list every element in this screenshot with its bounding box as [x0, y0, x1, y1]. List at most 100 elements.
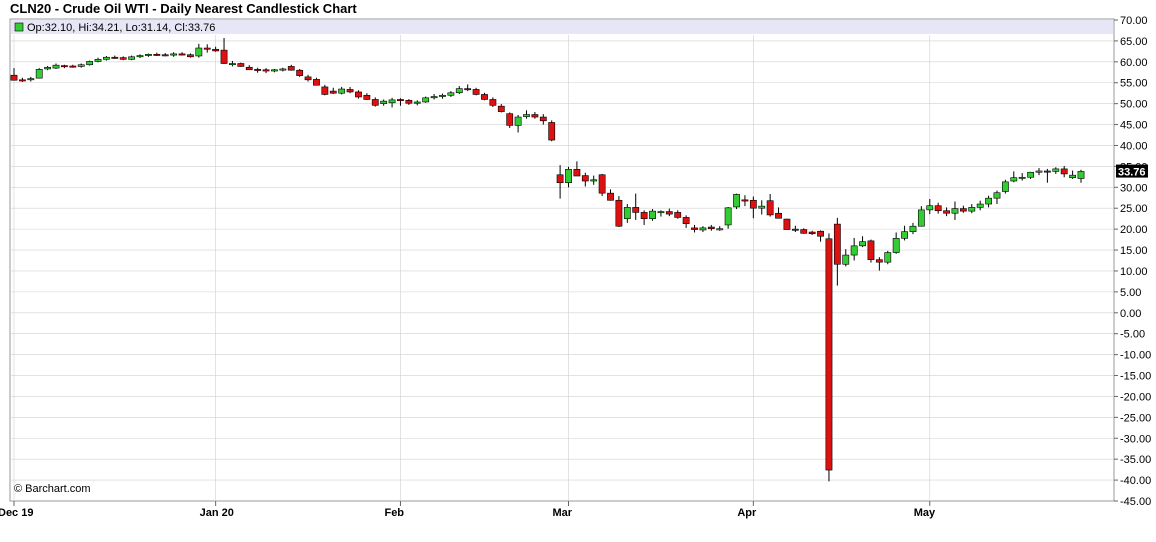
candle-body	[170, 53, 178, 56]
y-tick-label: 15.00	[1120, 245, 1148, 257]
candle-body	[1052, 168, 1060, 172]
candle-body	[909, 225, 917, 232]
candle-body	[951, 208, 959, 214]
candle-body	[867, 240, 875, 260]
candlestick-chart[interactable]: 70.0065.0060.0055.0050.0045.0040.0035.00…	[0, 0, 1156, 542]
candle-body	[657, 211, 665, 214]
candle-body	[943, 210, 950, 214]
candle-body	[397, 99, 404, 101]
barchart-credit: © Barchart.com	[14, 483, 91, 495]
candle-body	[1018, 176, 1026, 179]
candle-body	[993, 192, 1001, 199]
y-tick-label: -40.00	[1120, 475, 1151, 487]
candle-body	[229, 63, 236, 65]
candle-body	[279, 68, 287, 71]
candle-body	[607, 192, 614, 201]
candle-body	[649, 210, 656, 219]
y-axis: 70.0065.0060.0055.0050.0045.0040.0035.00…	[1114, 15, 1151, 508]
candle-body	[262, 69, 270, 72]
y-tick-label: 10.00	[1120, 266, 1148, 278]
candle-body	[825, 238, 833, 471]
candle-body	[699, 227, 707, 231]
candle-body	[623, 207, 631, 219]
candle-body	[968, 207, 976, 212]
candle-body	[766, 200, 774, 216]
candle-body	[615, 199, 623, 227]
candle-body	[136, 55, 144, 58]
last-price-label: 33.76	[1118, 167, 1146, 179]
candle-body	[842, 254, 850, 265]
candle-body	[77, 64, 85, 67]
candle-body	[573, 169, 581, 177]
candle-body	[565, 169, 572, 184]
candle-body	[985, 197, 992, 205]
candle-body	[833, 223, 841, 265]
candle-body	[1069, 174, 1076, 178]
candle-body	[1043, 170, 1051, 173]
candle-body	[959, 208, 967, 212]
y-tick-label: 40.00	[1120, 140, 1148, 152]
y-tick-label: 70.00	[1120, 15, 1148, 27]
candle-body	[321, 86, 329, 95]
candle-body	[187, 54, 194, 58]
candle-body	[884, 252, 892, 263]
candle-body	[892, 238, 900, 253]
candle-body	[52, 64, 60, 69]
ohlc-label: Op:32.10, Hi:34.21, Lo:31.14, Cl:33.76	[27, 22, 215, 34]
candle-body	[237, 63, 245, 67]
x-tick-label: Apr	[737, 507, 757, 519]
candle-body	[489, 99, 497, 106]
candle-body	[304, 76, 312, 81]
candle-body	[976, 203, 984, 208]
y-tick-label: -10.00	[1120, 350, 1151, 362]
x-tick-label: May	[914, 507, 936, 519]
candle-body	[329, 90, 337, 94]
y-tick-label: 45.00	[1120, 120, 1148, 132]
candle-body	[338, 88, 346, 94]
candles	[10, 37, 1085, 482]
candle-body	[1035, 170, 1043, 173]
candle-body	[1010, 177, 1018, 182]
candle-body	[363, 94, 371, 100]
candle-body	[203, 47, 211, 50]
candle-body	[27, 78, 35, 81]
candle-body	[447, 92, 455, 96]
candle-body	[934, 205, 942, 212]
candle-body	[61, 65, 68, 68]
candle-body	[783, 218, 791, 230]
candle-body	[195, 47, 203, 57]
candle-body	[514, 116, 522, 126]
candle-body	[439, 94, 446, 97]
candle-body	[103, 56, 110, 60]
candle-body	[464, 88, 472, 91]
candle-body	[523, 114, 530, 117]
candle-body	[808, 231, 816, 235]
ohlc-swatch	[14, 22, 24, 32]
candle-body	[758, 205, 766, 209]
y-tick-label: 0.00	[1120, 308, 1141, 320]
candle-body	[497, 105, 505, 112]
candle-body	[10, 74, 18, 81]
candle-body	[707, 226, 715, 230]
candle-body	[674, 212, 682, 218]
candle-body	[724, 207, 732, 226]
candle-body	[380, 100, 388, 104]
candle-body	[581, 175, 589, 182]
candle-body	[35, 69, 43, 79]
candle-body	[313, 79, 320, 86]
candle-body	[287, 66, 295, 71]
candle-body	[691, 227, 698, 230]
x-tick-label: Mar	[553, 507, 573, 519]
candle-body	[598, 174, 606, 194]
candle-body	[590, 179, 598, 182]
candle-body	[817, 230, 824, 237]
candle-body	[254, 69, 262, 71]
candle-body	[388, 99, 396, 104]
x-tick-label: Dec 19	[0, 507, 33, 519]
candle-body	[859, 241, 866, 247]
y-tick-label: -30.00	[1120, 433, 1151, 445]
candle-body	[355, 91, 362, 98]
candle-body	[119, 57, 127, 60]
candle-body	[161, 54, 169, 57]
x-axis: Dec 19 Jan 20 Feb Mar Apr May	[0, 501, 936, 519]
